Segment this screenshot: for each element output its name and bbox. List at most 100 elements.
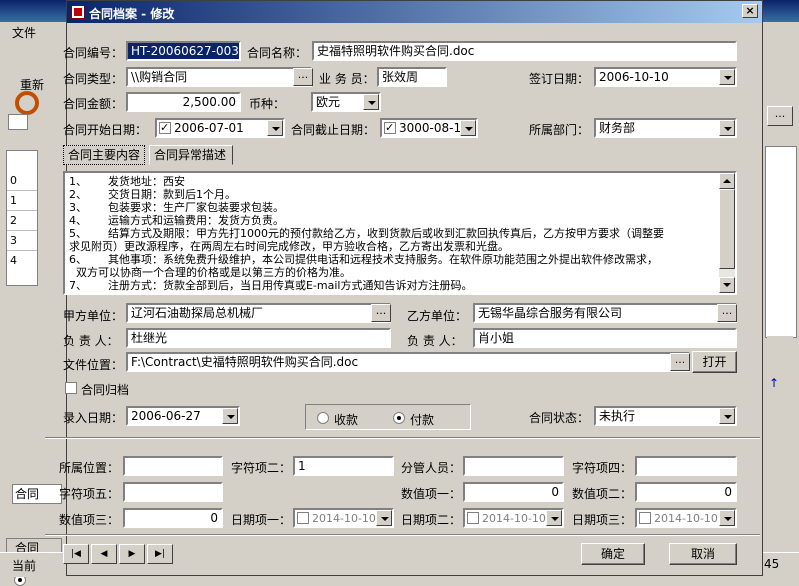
start-date-checkbox[interactable] bbox=[159, 120, 171, 135]
dept-combo[interactable]: 财务部 bbox=[594, 118, 737, 138]
contract-type-input[interactable]: \\购销合同 bbox=[126, 67, 312, 87]
resp-a-label: 负 责 人： bbox=[63, 334, 119, 348]
date2-label: 日期项二： bbox=[401, 513, 462, 527]
chevron-down-icon[interactable] bbox=[267, 120, 283, 136]
divider-person-label: 分管人员： bbox=[401, 461, 462, 475]
right-scroll[interactable] bbox=[767, 336, 793, 352]
menu-file[interactable]: 文件 bbox=[12, 24, 36, 41]
file-label: 文件位置： bbox=[63, 358, 124, 372]
end-date-combo[interactable]: 3000-08-14 bbox=[380, 118, 478, 138]
content-line: 双方可以协商一个合理的价格或是以第三方的价格为准。 bbox=[69, 266, 351, 279]
date1-checkbox[interactable] bbox=[297, 512, 309, 524]
status-combo[interactable]: 未执行 bbox=[594, 406, 737, 426]
sign-date-combo[interactable]: 2006-10-10 bbox=[594, 67, 737, 87]
archive-checkbox[interactable] bbox=[65, 382, 77, 394]
scroll-down-icon[interactable] bbox=[719, 277, 735, 293]
party-b-browse-button[interactable]: ... bbox=[717, 304, 737, 322]
date3-combo[interactable]: 2014-10-10 bbox=[635, 508, 737, 528]
entry-date-combo[interactable]: 2006-06-27 bbox=[126, 406, 240, 426]
num2-input[interactable]: 0 bbox=[635, 482, 737, 502]
last-record-icon[interactable]: ▶| bbox=[147, 544, 173, 564]
chevron-down-icon[interactable] bbox=[719, 120, 735, 136]
str2-label: 字符项二： bbox=[231, 461, 292, 475]
divider bbox=[45, 534, 760, 536]
currency-value: 欧元 bbox=[316, 95, 341, 109]
num1-input[interactable]: 0 bbox=[463, 482, 564, 502]
tab-exception[interactable]: 合同异常描述 bbox=[149, 145, 233, 165]
end-date-checkbox[interactable] bbox=[384, 120, 396, 135]
content-line: 2、 交货日期：款到后1个月。 bbox=[69, 188, 236, 201]
chevron-down-icon[interactable] bbox=[719, 69, 735, 85]
tab-main-content[interactable]: 合同主要内容 bbox=[63, 145, 145, 165]
salesman-input[interactable]: 张效周 bbox=[377, 67, 447, 87]
contract-type-browse-button[interactable]: ... bbox=[293, 68, 313, 86]
date2-combo[interactable]: 2014-10-10 bbox=[463, 508, 564, 528]
close-icon[interactable]: × bbox=[742, 4, 758, 18]
content-line: 4、 运输方式和运输费用：发货方负责。 bbox=[69, 214, 284, 227]
chevron-down-icon[interactable] bbox=[222, 408, 238, 424]
reload-label[interactable]: 重新 bbox=[20, 76, 44, 93]
chevron-down-icon[interactable] bbox=[363, 94, 379, 110]
dialog-title-bar[interactable]: 合同档案 - 修改 × bbox=[67, 1, 762, 23]
num1-label: 数值项一： bbox=[401, 487, 462, 501]
chevron-down-icon[interactable] bbox=[546, 510, 562, 526]
status-count: 45 bbox=[764, 557, 780, 571]
receive-radio[interactable] bbox=[317, 412, 329, 424]
date3-value: 2014-10-10 bbox=[654, 512, 718, 525]
right-list bbox=[765, 146, 797, 338]
date1-combo[interactable]: 2014-10-10 bbox=[293, 508, 394, 528]
chevron-down-icon[interactable] bbox=[719, 408, 735, 424]
party-a-label: 甲方单位： bbox=[63, 309, 124, 323]
chevron-down-icon[interactable] bbox=[719, 510, 735, 526]
str2-input[interactable]: 1 bbox=[293, 456, 394, 476]
first-record-icon[interactable]: |◀ bbox=[63, 544, 89, 564]
date2-checkbox[interactable] bbox=[467, 512, 479, 524]
cancel-button[interactable]: 取消 bbox=[669, 543, 737, 565]
file-browse-button[interactable]: ... bbox=[670, 353, 690, 371]
content-memo[interactable]: 1、 发货地址：西安 2、 交货日期：款到后1个月。 3、 包装要求：生产厂家包… bbox=[63, 171, 737, 295]
scroll-up-icon[interactable] bbox=[719, 173, 735, 189]
contract-no-label: 合同编号： bbox=[63, 46, 124, 60]
chevron-down-icon[interactable] bbox=[460, 120, 476, 136]
app-icon bbox=[71, 5, 85, 19]
side-tab-contract[interactable]: 合同 bbox=[12, 484, 62, 504]
dialog-title: 合同档案 - 修改 bbox=[89, 7, 175, 21]
start-date-combo[interactable]: 2006-07-01 bbox=[155, 118, 285, 138]
num2-label: 数值项二： bbox=[572, 487, 633, 501]
archive-label: 合同归档 bbox=[81, 383, 130, 397]
resp-a-input[interactable]: 杜继光 bbox=[126, 328, 391, 348]
currency-combo[interactable]: 欧元 bbox=[311, 92, 381, 112]
contract-edit-dialog: 合同档案 - 修改 × 合同编号： HT-20060627-003 合同名称： … bbox=[45, 0, 763, 576]
memo-scrollbar[interactable] bbox=[719, 173, 735, 293]
background-left-panel: 重新 0 1 2 3 4 合同 合同 bbox=[0, 40, 66, 586]
up-arrow-icon[interactable]: ↑ bbox=[769, 376, 779, 390]
party-a-input[interactable]: 辽河石油勘探局总机械厂 bbox=[126, 303, 391, 323]
pay-radio[interactable] bbox=[393, 412, 405, 424]
date3-checkbox[interactable] bbox=[639, 512, 651, 524]
party-b-input[interactable]: 无锡华晶综合服务有限公司 bbox=[473, 303, 737, 323]
file-path-input[interactable]: F:\Contract\史福特照明软件购买合同.doc bbox=[126, 352, 690, 372]
prev-record-icon[interactable]: ◀ bbox=[91, 544, 117, 564]
party-a-browse-button[interactable]: ... bbox=[371, 304, 391, 322]
party-b-label: 乙方单位： bbox=[407, 309, 468, 323]
divider bbox=[45, 437, 760, 439]
ok-button[interactable]: 确定 bbox=[581, 543, 645, 565]
scroll-thumb[interactable] bbox=[719, 189, 735, 269]
sign-date-value: 2006-10-10 bbox=[599, 70, 669, 84]
location-input[interactable] bbox=[123, 456, 223, 476]
chevron-down-icon[interactable] bbox=[376, 510, 392, 526]
contract-no-input[interactable]: HT-20060627-003 bbox=[126, 41, 241, 61]
contract-name-input[interactable]: 史福特照明软件购买合同.doc bbox=[312, 41, 737, 61]
divider-person-input[interactable] bbox=[463, 456, 564, 476]
next-record-icon[interactable]: ▶ bbox=[119, 544, 145, 564]
right-more-button[interactable]: ... bbox=[767, 106, 793, 126]
str5-input[interactable] bbox=[123, 482, 223, 502]
grid-row-label: 3 bbox=[7, 231, 37, 251]
amount-input[interactable]: 2,500.00 bbox=[126, 92, 241, 112]
resp-b-input[interactable]: 肖小姐 bbox=[473, 328, 737, 348]
open-button[interactable]: 打开 bbox=[692, 351, 737, 373]
status-label: 合同状态： bbox=[529, 411, 590, 425]
status-value: 未执行 bbox=[599, 409, 636, 423]
num3-input[interactable]: 0 bbox=[123, 508, 223, 528]
str4-input[interactable] bbox=[635, 456, 737, 476]
